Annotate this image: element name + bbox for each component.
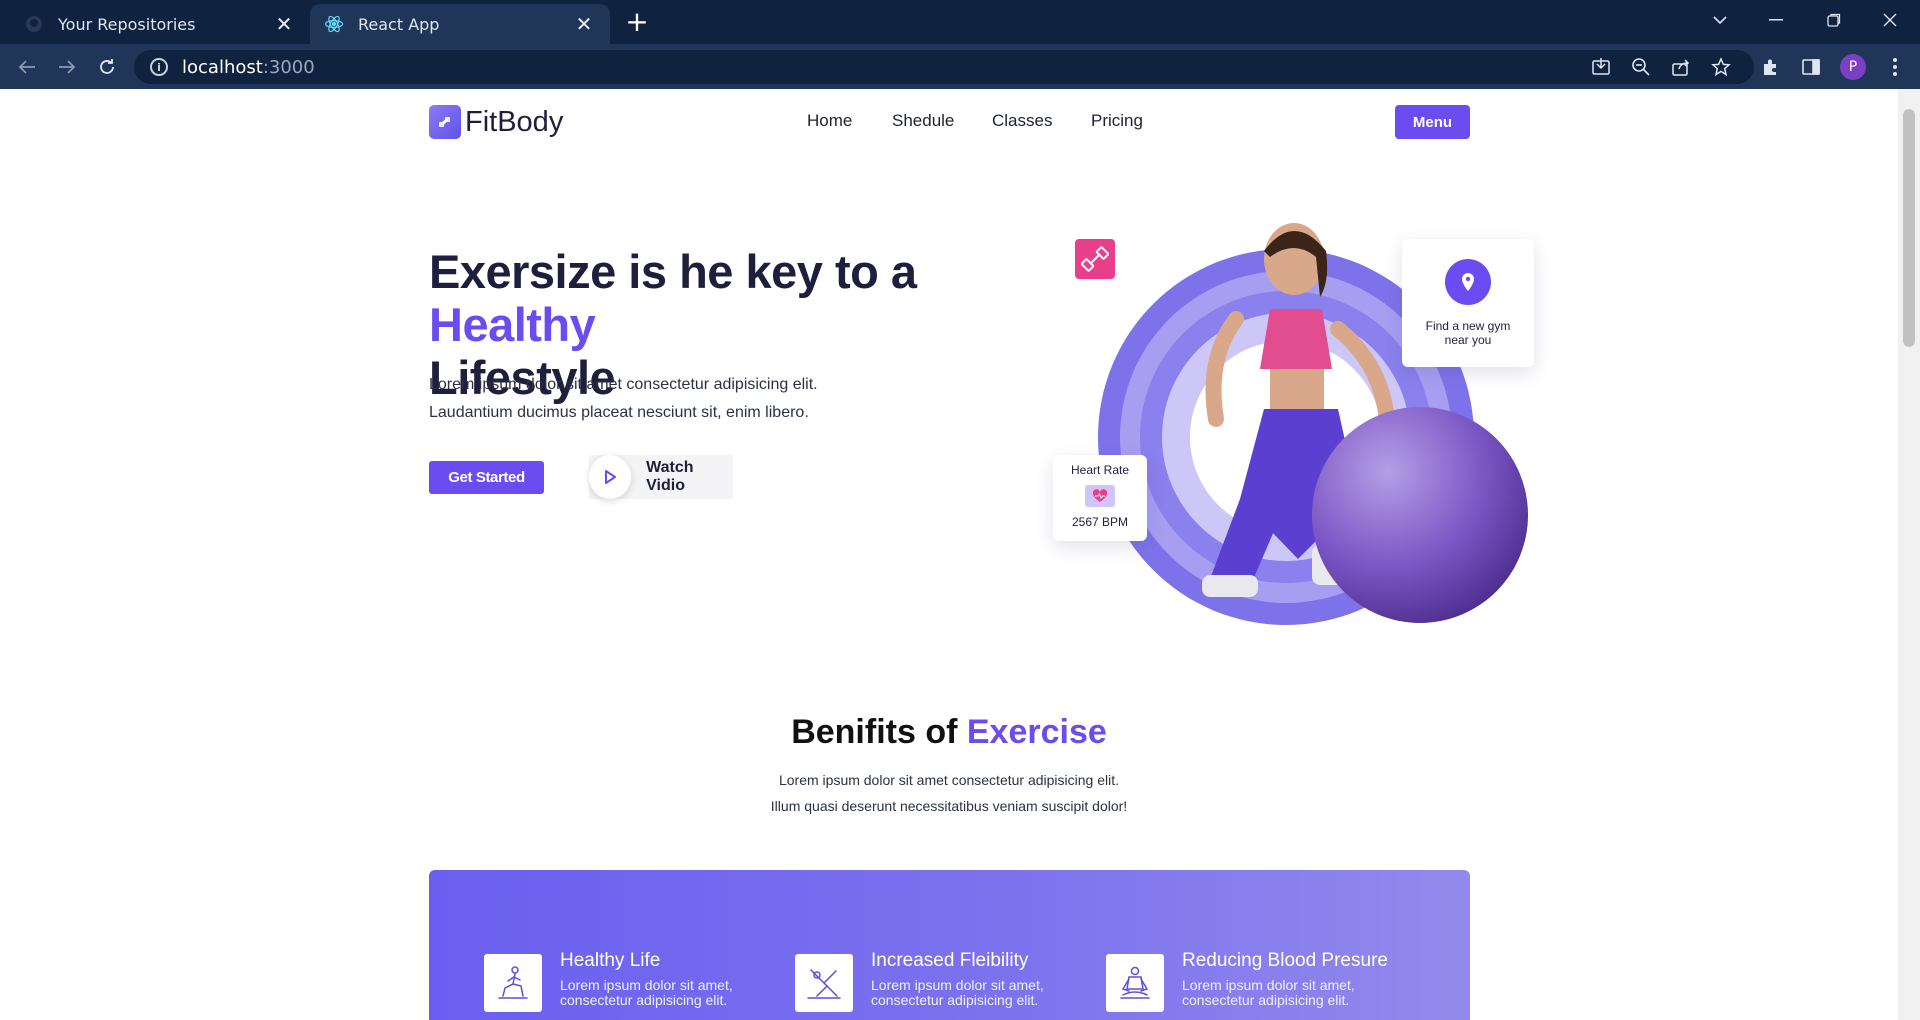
stretch-pose-icon (795, 954, 853, 1012)
get-started-button[interactable]: Get Started (429, 461, 544, 494)
back-arrow-icon[interactable] (10, 50, 44, 84)
install-app-icon[interactable] (1586, 52, 1616, 82)
brand-logo[interactable]: FitBody (429, 105, 563, 139)
lunge-pose-icon (484, 954, 542, 1012)
dumbbell-logo-icon (429, 105, 461, 139)
benefits-paragraph-line: Illum quasi deserunt necessitatibus veni… (770, 798, 1128, 814)
window-close-icon[interactable] (1862, 0, 1918, 40)
nav-link-pricing[interactable]: Pricing (1091, 111, 1143, 131)
benefits-paragraph-line: Lorem ipsum dolor sit amet consectetur a… (778, 772, 1120, 788)
close-icon[interactable]: ✕ (272, 12, 296, 36)
zoom-icon[interactable] (1626, 52, 1656, 82)
find-gym-line: Find a new gym (1425, 319, 1511, 333)
hero-title-start: Exersize is he key to a (429, 245, 917, 298)
benefit-item: Increased Fleibility Lorem ipsum dolor s… (795, 950, 1071, 1012)
new-tab-button[interactable]: + (622, 8, 652, 38)
nav-link-classes[interactable]: Classes (992, 111, 1052, 131)
watch-video-label: Watch Vidio (646, 459, 694, 494)
browser-tab-strip: Your Repositories ✕ React App ✕ + (0, 0, 1920, 44)
profile-avatar[interactable]: P (1840, 54, 1866, 80)
hero-paragraph-line: Lorem ipsum dolor sit amet consectetur a… (429, 376, 818, 393)
benefit-desc: Lorem ipsum dolor sit amet, consectetur … (560, 977, 733, 1008)
tab-search-chevron-icon[interactable] (1692, 0, 1748, 40)
tab-title: React App (358, 14, 440, 34)
tab-react-app[interactable]: React App ✕ (310, 4, 610, 44)
benefits-paragraph: Lorem ipsum dolor sit amet consectetur a… (0, 767, 1898, 819)
tab-title: Your Repositories (58, 14, 196, 34)
reload-icon[interactable] (90, 50, 124, 84)
hero-paragraph-line: Laudantium ducimus placeat nesciunt sit,… (429, 404, 809, 421)
scrollbar-thumb[interactable] (1903, 109, 1915, 347)
heart-rate-card: Heart Rate 2567 BPM (1053, 455, 1147, 541)
benefit-item: Reducing Blood Presure Lorem ipsum dolor… (1106, 950, 1388, 1012)
menu-button[interactable]: Menu (1395, 105, 1470, 139)
play-icon (589, 455, 632, 499)
address-host: localhost (182, 56, 263, 78)
benefit-title: Reducing Blood Presure (1182, 950, 1388, 971)
dumbbell-badge-icon (1075, 239, 1115, 279)
location-pin-icon (1445, 259, 1491, 305)
brand-name: FitBody (465, 105, 564, 138)
nav-link-shedule[interactable]: Shedule (892, 111, 954, 131)
forward-arrow-icon[interactable] (50, 50, 84, 84)
close-icon[interactable]: ✕ (572, 12, 596, 36)
extensions-puzzle-icon[interactable] (1756, 52, 1786, 82)
address-port: :3000 (262, 56, 315, 78)
side-panel-icon[interactable] (1796, 52, 1826, 82)
bookmark-star-icon[interactable] (1706, 52, 1736, 82)
benefit-item: Healthy Life Lorem ipsum dolor sit amet,… (484, 950, 760, 1012)
benefits-title-start: Benifits of (791, 713, 967, 751)
benefits-title-accent: Exercise (966, 713, 1107, 751)
more-options-icon[interactable] (1880, 52, 1910, 82)
find-gym-text: Find a new gym near you (1426, 319, 1511, 347)
nav-link-home[interactable]: Home (807, 111, 852, 131)
restore-icon[interactable] (1806, 0, 1862, 40)
site-info-icon[interactable]: i (150, 58, 168, 76)
share-icon[interactable] (1666, 52, 1696, 82)
watch-video-button[interactable]: Watch Vidio (589, 455, 733, 499)
benefits-title: Benifits of Exercise (0, 713, 1898, 752)
hero-paragraph: Lorem ipsum dolor sit amet consectetur a… (429, 371, 949, 427)
heart-rate-title: Heart Rate (1070, 463, 1130, 477)
heart-rate-value: 2567 BPM (1071, 515, 1129, 529)
react-icon (324, 14, 344, 34)
address-bar[interactable]: i localhost :3000 (134, 50, 1754, 84)
page-viewport: FitBody Home Shedule Classes Pricing Men… (0, 89, 1898, 1020)
find-gym-card[interactable]: Find a new gym near you (1402, 239, 1534, 367)
page-scrollbar[interactable] (1898, 89, 1920, 1020)
address-toolbar: i localhost :3000 P (0, 44, 1920, 89)
benefit-desc: Lorem ipsum dolor sit amet, consectetur … (1182, 977, 1355, 1008)
benefit-title: Increased Fleibility (871, 950, 1029, 971)
meditation-pose-icon (1106, 954, 1164, 1012)
minimize-icon[interactable] (1748, 0, 1804, 40)
heart-icon (1085, 485, 1115, 507)
find-gym-line: near you (1444, 333, 1492, 347)
benefit-title: Healthy Life (560, 950, 661, 971)
benefits-panel: Healthy Life Lorem ipsum dolor sit amet,… (429, 870, 1470, 1020)
benefit-desc: Lorem ipsum dolor sit amet, consectetur … (871, 977, 1044, 1008)
github-icon (24, 14, 44, 34)
hero-title-accent: Healthy (429, 298, 596, 351)
tab-your-repositories[interactable]: Your Repositories ✕ (10, 4, 310, 44)
